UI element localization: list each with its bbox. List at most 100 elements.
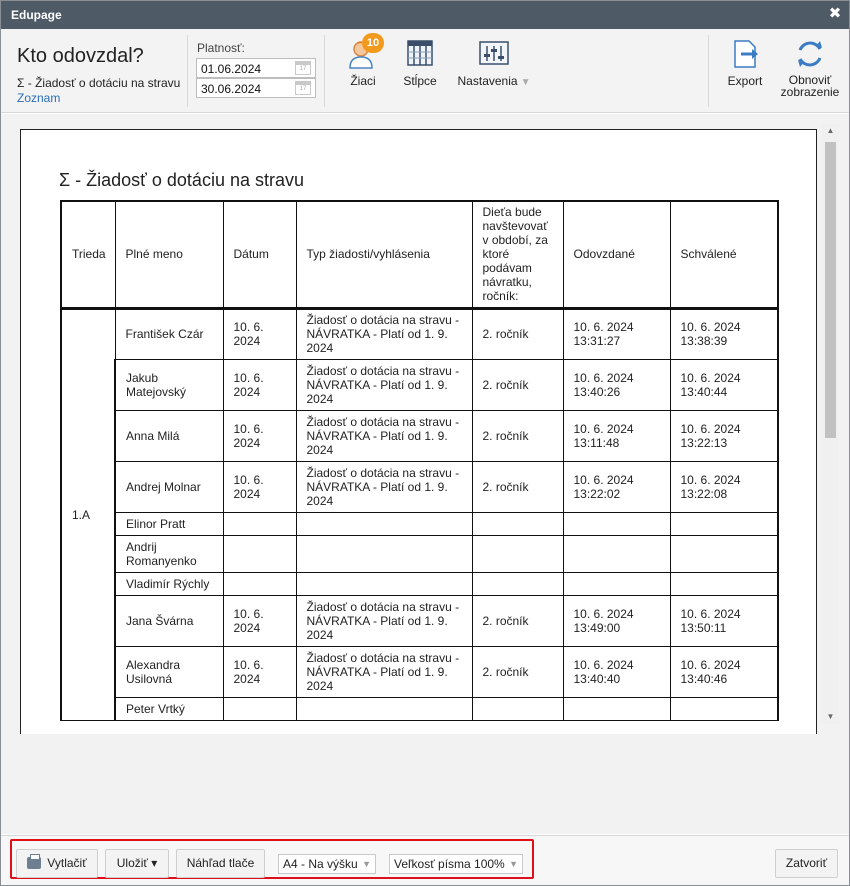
table-row: 1.A František Czár 10. 6. 2024 Žiadosť o do… [60,307,779,721]
table-row: Peter Vrtký [61,696,779,721]
table-row: Elinor Pratt [61,511,779,536]
request-type-cell: Žiadosť o dotácia na stravu - NÁVRATKA -… [295,460,473,513]
report-table: Trieda Plné meno Dátum Typ žiadosti/vyhl… [60,200,779,721]
approved-cell: 10. 6. 2024 13:40:46 [669,645,779,698]
calendar-icon[interactable]: 17 [295,81,311,95]
grade-cell [471,696,564,721]
print-button[interactable]: Vytlačiť [16,849,98,878]
column-header: Dieťa bude navštevovať v období, za ktor… [471,200,564,310]
scrollbar-thumb[interactable] [825,142,836,438]
dialog-window: Edupage ✖ Kto odovzdal? Σ - Žiadosť o do… [0,0,850,886]
columns-label: Stĺpce [403,74,437,88]
date-cell: 10. 6. 2024 [222,645,297,698]
title-bar: Edupage ✖ [1,1,849,29]
submitted-cell: 10. 6. 2024 13:31:27 [562,307,671,360]
export-icon [728,37,762,71]
columns-button[interactable]: Stĺpce [401,37,439,88]
paper-orientation-select[interactable]: A4 - Na výšku ▼ [278,854,376,874]
class-cell: 1.A [60,307,116,721]
date-to-field[interactable]: 30.06.2024 17 [196,78,316,98]
settings-label: Nastavenia ▼ [457,74,531,88]
date-from-field[interactable]: 01.06.2024 17 [196,58,316,78]
student-name-cell: Andrej Molnar [114,460,224,513]
divider [708,35,709,107]
request-type-cell: Žiadosť o dotácia na stravu - NÁVRATKA -… [295,307,473,360]
table-row: Anna Milá 10. 6. 2024 Žiadosť o dotácia na… [61,409,779,462]
date-from-value: 01.06.2024 [201,62,262,76]
window-title: Edupage [11,8,62,22]
close-button[interactable]: Zatvoriť [775,849,838,878]
approved-cell: 10. 6. 2024 13:22:08 [669,460,779,513]
sliders-icon [477,37,511,71]
font-size-select[interactable]: Veľkosť písma 100% ▼ [389,854,523,874]
chevron-down-icon: ▼ [520,77,531,88]
approved-cell: 10. 6. 2024 13:50:11 [669,594,779,647]
approved-cell [669,571,779,596]
scroll-down-icon[interactable]: ▼ [822,710,839,724]
divider [324,35,325,107]
table-row: Jana Švárna 10. 6. 2024 Žiadosť o dotácia … [61,594,779,647]
approved-cell: 10. 6. 2024 13:40:44 [669,358,779,411]
student-name-cell: Elinor Pratt [114,511,224,536]
page-title: Kto odovzdal? [17,45,144,67]
approved-cell [669,511,779,536]
grade-cell [471,534,564,573]
validity-label: Platnosť: [197,41,245,55]
date-cell [222,696,297,721]
request-type-cell [295,534,473,573]
list-link[interactable]: Zoznam [17,91,60,105]
print-preview-button[interactable]: Náhľad tlače [176,849,265,878]
table-header-row: Trieda Plné meno Dátum Typ žiadosti/vyhl… [60,200,779,310]
table-row: Vladimír Rýchly [61,571,779,596]
students-button[interactable]: 10 Žiaci [346,33,384,88]
save-button[interactable]: Uložiť ▾ [105,849,169,878]
students-label: Žiaci [350,74,376,88]
student-name-cell: Andrij Romanyenko [114,534,224,573]
columns-icon [403,37,437,71]
refresh-button[interactable]: Obnoviť zobrazenie [779,37,841,98]
scroll-up-icon[interactable]: ▲ [822,124,839,138]
student-name-cell: Jakub Matejovský [114,358,224,411]
column-header: Plné meno [114,200,224,310]
footer-bar: Vytlačiť Uložiť ▾ Náhľad tlače A4 - Na v… [1,835,849,885]
table-row: Andrej Molnar 10. 6. 2024 Žiadosť o dotáci… [61,460,779,513]
submitted-cell: 10. 6. 2024 13:40:26 [562,358,671,411]
vertical-scrollbar[interactable]: ▲ ▼ [822,124,839,724]
calendar-icon[interactable]: 17 [295,61,311,75]
close-icon[interactable]: ✖ [827,5,843,23]
column-header: Typ žiadosti/vyhlásenia [295,200,473,310]
approved-cell: 10. 6. 2024 13:38:39 [669,307,779,360]
student-icon: 10 [346,33,384,71]
request-type-cell: Žiadosť o dotácia na stravu - NÁVRATKA -… [295,409,473,462]
export-button[interactable]: Export [725,37,765,88]
students-count-badge: 10 [362,33,384,53]
toolbar: Kto odovzdal? Σ - Žiadosť o dotáciu na s… [1,29,849,113]
student-name-cell: Jana Švárna [114,594,224,647]
submitted-cell [562,571,671,596]
chevron-down-icon: ▼ [362,859,371,869]
refresh-label: Obnoviť zobrazenie [780,73,840,99]
date-to-value: 30.06.2024 [201,82,262,96]
table-row: Andrij Romanyenko [61,534,779,573]
student-name-cell: Anna Milá [114,409,224,462]
printer-icon [27,854,42,869]
export-label: Export [727,74,763,88]
request-type-cell: Žiadosť o dotácia na stravu - NÁVRATKA -… [295,358,473,411]
request-type-cell [295,571,473,596]
date-cell [222,511,297,536]
report-viewport[interactable]: Σ - Žiadosť o dotáciu na stravu Trieda P… [1,114,849,834]
column-header: Dátum [222,200,297,310]
settings-button[interactable]: Nastavenia ▼ [455,37,533,88]
submitted-cell: 10. 6. 2024 13:40:40 [562,645,671,698]
grade-cell: 2. ročník [471,645,564,698]
grade-cell [471,571,564,596]
student-name-cell: Peter Vrtký [114,696,224,721]
approved-cell [669,534,779,573]
request-type-cell [295,696,473,721]
date-cell: 10. 6. 2024 [222,409,297,462]
table-row: Alexandra Usilovná 10. 6. 2024 Žiadosť o d… [61,645,779,698]
grade-cell: 2. ročník [471,358,564,411]
column-header: Schválené [669,200,779,310]
grade-cell: 2. ročník [471,460,564,513]
approved-cell: 10. 6. 2024 13:22:13 [669,409,779,462]
